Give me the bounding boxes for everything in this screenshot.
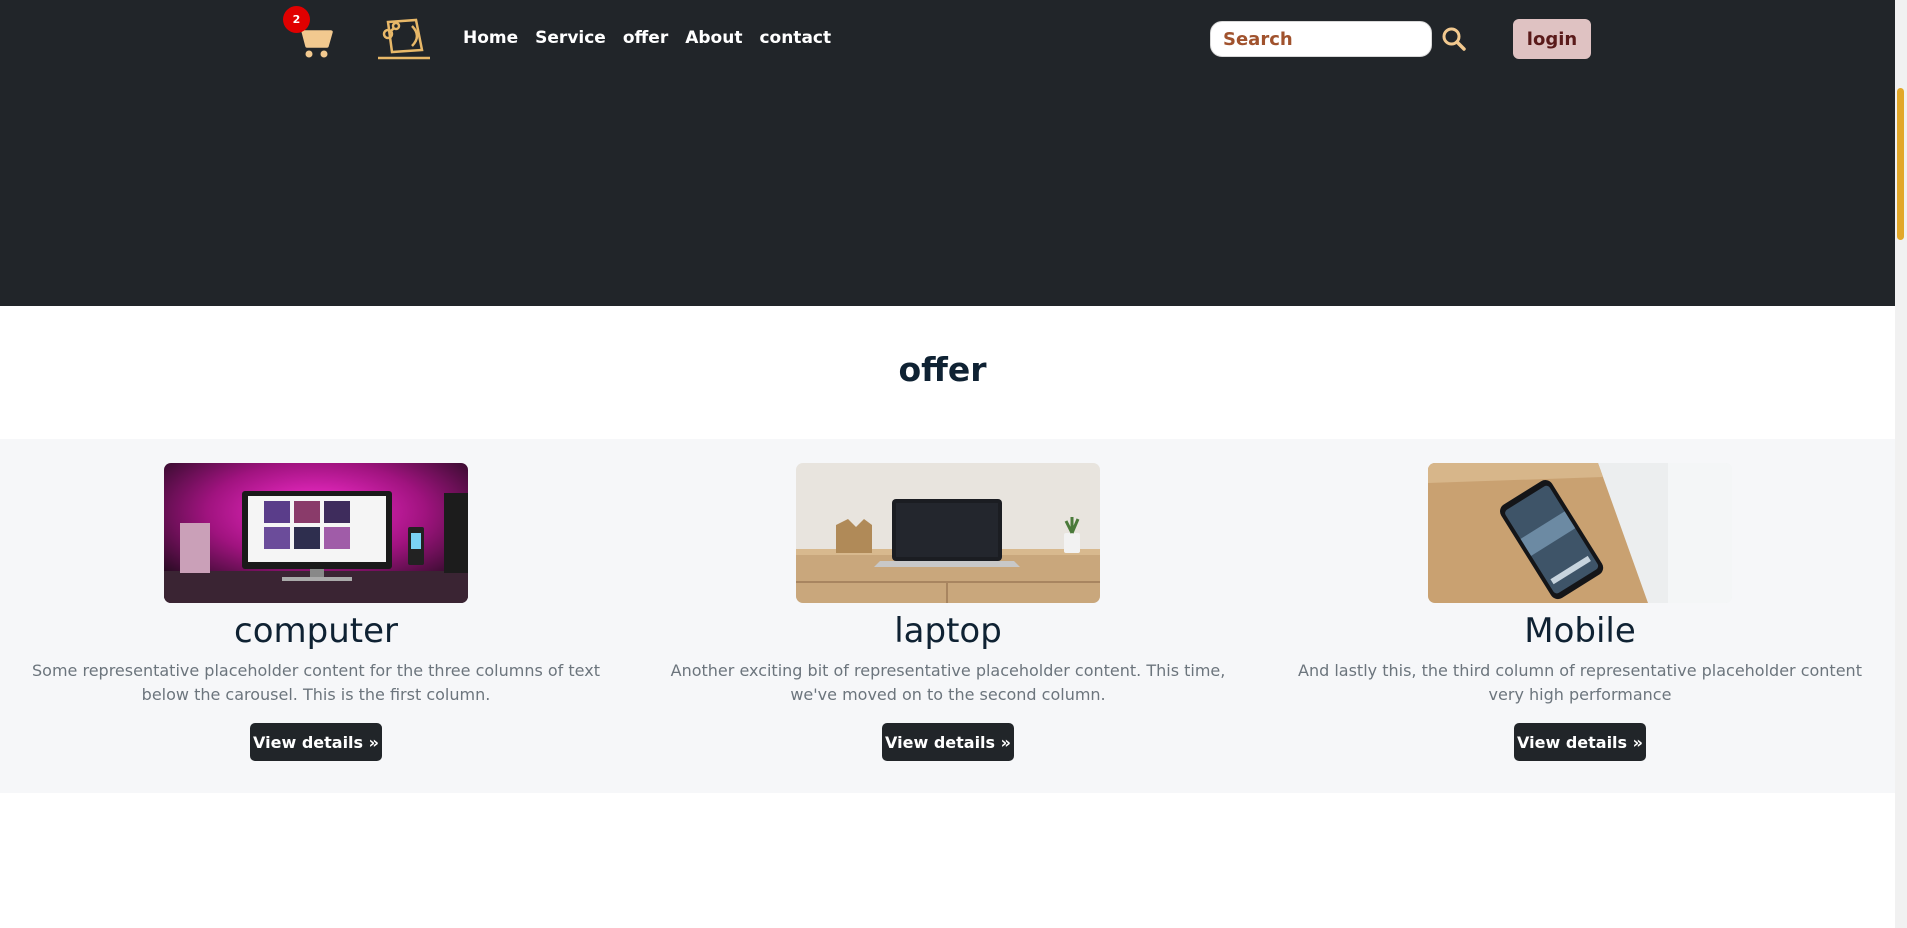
computer-image [164,463,468,603]
section-title: offer [898,350,987,389]
site-header: 2 Home Service offer About contact Searc… [0,0,1895,306]
main-nav: Home Service offer About contact [463,28,848,48]
card-description: And lastly this, the third column of rep… [1298,661,1862,704]
search-icon[interactable] [1441,26,1467,52]
card-title: laptop [894,611,1002,651]
card-title: computer [234,611,398,651]
search-input[interactable] [1210,21,1432,57]
cart-count-badge: 2 [283,6,310,33]
login-button[interactable]: login [1513,19,1591,59]
nav-link-about[interactable]: About [685,28,742,48]
nav-link-offer[interactable]: offer [623,28,668,48]
card-description: Another exciting bit of representative p… [670,661,1226,704]
laptop-image [796,463,1100,603]
offers-section: computer Some representative placeholder… [0,439,1895,793]
page: 2 Home Service offer About contact Searc… [0,0,1895,928]
view-details-button-computer[interactable]: View details » [250,723,382,761]
nav-link-service[interactable]: Service [535,28,606,48]
nav-link-home[interactable]: Home [463,28,518,48]
nav-link-contact[interactable]: contact [759,28,831,48]
card-title: Mobile [1524,611,1636,651]
view-details-button-mobile[interactable]: View details » [1514,723,1646,761]
mobile-image [1428,463,1732,603]
card-description: Some representative placeholder content … [32,661,600,704]
laptop-logo-icon[interactable] [376,16,432,62]
scrollbar-thumb[interactable] [1897,88,1904,240]
view-details-button-laptop[interactable]: View details » [882,723,1014,761]
